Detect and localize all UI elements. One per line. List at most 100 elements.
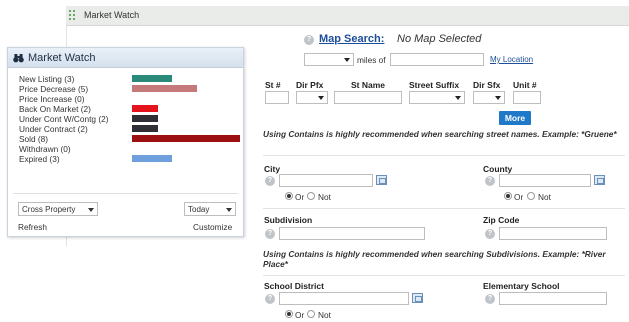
market-watch-item[interactable]: Under Contract (2): [19, 124, 244, 134]
dir-pfx-label: Dir Pfx: [296, 80, 324, 90]
refresh-link[interactable]: Refresh: [18, 222, 47, 232]
map-search-status: No Map Selected: [397, 33, 482, 45]
drag-grip-icon[interactable]: [69, 10, 77, 20]
period-value: Today: [188, 205, 210, 214]
market-watch-bar[interactable]: [132, 155, 172, 162]
chevron-down-icon: [455, 96, 461, 100]
market-watch-item[interactable]: Price Decrease (5): [19, 84, 244, 94]
st-num-input[interactable]: [265, 91, 289, 104]
miles-of-label: miles of: [357, 55, 386, 65]
binoculars-icon: [13, 54, 24, 63]
map-picker-icon[interactable]: [594, 175, 605, 185]
school-district-input[interactable]: [279, 292, 409, 305]
market-watch-bar[interactable]: [132, 115, 158, 122]
help-icon[interactable]: ?: [265, 294, 275, 304]
section-divider: [263, 275, 625, 276]
help-icon[interactable]: ?: [485, 294, 495, 304]
county-or-radio[interactable]: [504, 192, 512, 200]
school-district-label: School District: [264, 281, 324, 291]
market-watch-item[interactable]: Withdrawn (0): [19, 144, 244, 154]
map-picker-icon[interactable]: [376, 175, 387, 185]
school-not-label: Not: [318, 310, 331, 320]
school-or-radio[interactable]: [285, 310, 293, 318]
market-watch-item-label[interactable]: New Listing (3): [19, 74, 74, 84]
market-watch-item-label[interactable]: Price Decrease (5): [19, 84, 88, 94]
elementary-school-input[interactable]: [499, 292, 607, 305]
help-icon[interactable]: ?: [265, 176, 275, 186]
st-name-label: St Name: [351, 80, 386, 90]
more-button[interactable]: More: [499, 111, 531, 125]
map-picker-icon[interactable]: [412, 293, 423, 303]
zip-code-input[interactable]: [499, 227, 607, 240]
city-label: City: [264, 164, 281, 174]
market-watch-item-label[interactable]: Under Cont W/Contg (2): [19, 114, 108, 124]
market-watch-item-label[interactable]: Withdrawn (0): [19, 144, 71, 154]
subdivision-search-note: Using Contains is highly recommended whe…: [263, 249, 606, 269]
dir-sfx-select[interactable]: [473, 91, 505, 104]
map-search-link[interactable]: Map Search:: [319, 33, 384, 45]
market-watch-item[interactable]: New Listing (3): [19, 74, 244, 84]
tab-title: Market Watch: [84, 10, 140, 20]
dir-pfx-select[interactable]: [296, 91, 328, 104]
market-watch-item[interactable]: Expired (3): [19, 154, 244, 164]
chevron-down-icon: [226, 208, 232, 212]
chevron-down-icon: [88, 208, 94, 212]
county-or-label: Or: [514, 192, 524, 202]
street-search-note: Using Contains is highly recommended whe…: [263, 129, 617, 139]
zip-code-label: Zip Code: [483, 215, 520, 225]
help-icon[interactable]: ?: [485, 229, 495, 239]
widget-header: Market Watch: [8, 48, 243, 68]
widget-title: Market Watch: [28, 52, 96, 64]
period-select[interactable]: Today: [184, 202, 236, 216]
property-type-value: Cross Property: [22, 205, 76, 214]
city-input[interactable]: [279, 174, 373, 187]
market-watch-item-label[interactable]: Expired (3): [19, 154, 60, 164]
street-suffix-select[interactable]: [409, 91, 465, 104]
st-num-label: St #: [265, 80, 281, 90]
dir-sfx-label: Dir Sfx: [473, 80, 501, 90]
county-label: County: [483, 164, 513, 174]
chevron-down-icon: [495, 96, 501, 100]
market-watch-item-label[interactable]: Under Contract (2): [19, 124, 88, 134]
market-watch-item-label[interactable]: Back On Market (2): [19, 104, 91, 114]
city-not-label: Not: [318, 192, 331, 202]
customize-link[interactable]: Customize: [193, 222, 232, 232]
market-watch-item[interactable]: Sold (8): [19, 134, 244, 144]
market-watch-bar[interactable]: [132, 85, 197, 92]
county-not-label: Not: [538, 192, 551, 202]
st-name-input[interactable]: [334, 91, 402, 104]
help-icon[interactable]: ?: [485, 176, 495, 186]
county-input[interactable]: [499, 174, 591, 187]
market-watch-bar[interactable]: [132, 105, 158, 112]
school-or-label: Or: [295, 310, 305, 320]
location-input[interactable]: [390, 53, 484, 66]
help-icon[interactable]: ?: [265, 229, 275, 239]
section-divider: [263, 155, 625, 156]
market-watch-widget: Market Watch New Listing (3) Price Decrea…: [7, 47, 244, 237]
subdivision-input[interactable]: [279, 227, 425, 240]
chevron-down-icon: [344, 58, 350, 62]
market-watch-list: New Listing (3) Price Decrease (5) Price I…: [19, 74, 244, 164]
city-not-radio[interactable]: [307, 192, 315, 200]
help-icon[interactable]: ?: [304, 35, 314, 45]
market-watch-item-label[interactable]: Price Increase (0): [19, 94, 84, 104]
market-watch-bar[interactable]: [132, 125, 158, 132]
county-not-radio[interactable]: [527, 192, 535, 200]
city-or-radio[interactable]: [285, 192, 293, 200]
market-watch-bar[interactable]: [132, 135, 240, 142]
unit-num-input[interactable]: [513, 91, 541, 104]
market-watch-item[interactable]: Back On Market (2): [19, 104, 244, 114]
my-location-link[interactable]: My Location: [490, 55, 533, 64]
chevron-down-icon: [318, 96, 324, 100]
market-watch-item[interactable]: Under Cont W/Contg (2): [19, 114, 244, 124]
street-suffix-label: Street Suffix: [409, 80, 460, 90]
market-watch-tab-bar: Market Watch: [66, 6, 629, 26]
market-watch-item[interactable]: Price Increase (0): [19, 94, 244, 104]
miles-radius-select[interactable]: [304, 53, 354, 66]
subdivision-label: Subdivision: [264, 215, 313, 225]
property-type-select[interactable]: Cross Property: [18, 202, 98, 216]
widget-divider: [13, 193, 238, 194]
market-watch-item-label[interactable]: Sold (8): [19, 134, 48, 144]
school-not-radio[interactable]: [307, 310, 315, 318]
market-watch-bar[interactable]: [132, 75, 172, 82]
